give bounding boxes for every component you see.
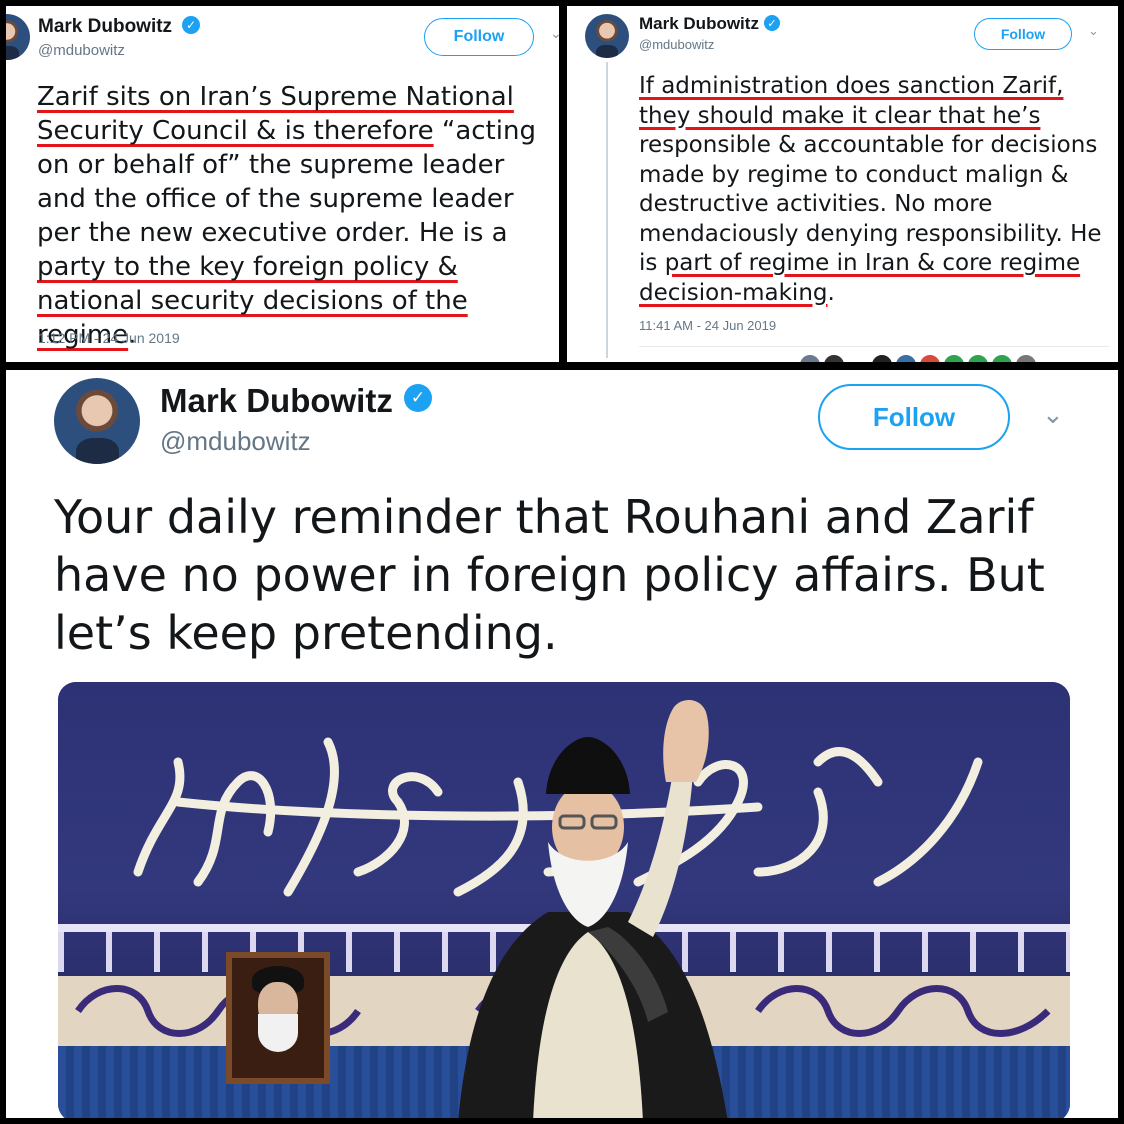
author-handle[interactable]: @mdubowitz	[160, 426, 311, 457]
text-segment: Your daily reminder that Rouhani and Zar…	[54, 490, 1045, 660]
follow-button[interactable]: Follow	[424, 18, 534, 56]
avatar[interactable]	[54, 378, 140, 464]
chevron-down-icon[interactable]: ⌄	[550, 26, 559, 42]
author-handle[interactable]: @mdubowitz	[639, 37, 714, 52]
likers-avatars[interactable]	[799, 354, 1037, 362]
verified-badge-icon: ✓	[764, 15, 780, 31]
tweet-card-3: Mark Dubowitz ✓ @mdubowitz Follow ⌄ Your…	[6, 370, 1118, 1118]
underlined-text-segment: If administration does sanction Zarif, t…	[639, 73, 1064, 129]
thread-line	[606, 62, 608, 358]
avatar[interactable]	[585, 14, 629, 58]
liker-avatar[interactable]	[943, 354, 965, 362]
tweet-text: Zarif sits on Iran’s Supreme National Se…	[37, 80, 557, 352]
tweet-text: If administration does sanction Zarif, t…	[639, 72, 1109, 308]
divider	[639, 346, 1109, 347]
tweet-card-1: Mark Dubowitz ✓ @mdubowitz Follow ⌄ Zari…	[6, 6, 559, 362]
liker-avatar[interactable]	[871, 354, 893, 362]
liker-avatar[interactable]	[967, 354, 989, 362]
follow-button[interactable]: Follow	[974, 18, 1072, 50]
liker-avatar[interactable]	[919, 354, 941, 362]
tweet-timestamp[interactable]: 11:41 AM - 24 Jun 2019	[639, 318, 776, 333]
liker-avatar[interactable]	[823, 354, 845, 362]
chevron-down-icon[interactable]: ⌄	[1088, 24, 1099, 39]
tweet-text: Your daily reminder that Rouhani and Zar…	[54, 488, 1074, 662]
author-name[interactable]: Mark Dubowitz	[38, 16, 172, 38]
underlined-text-segment: part of regime in Iran & core regime dec…	[639, 250, 1081, 306]
follow-button[interactable]: Follow	[818, 384, 1010, 450]
chevron-down-icon[interactable]: ⌄	[1042, 400, 1064, 430]
avatar[interactable]	[6, 14, 30, 60]
waving-figure	[458, 700, 728, 1118]
liker-avatar[interactable]	[847, 354, 869, 362]
liker-avatar[interactable]	[1015, 354, 1037, 362]
verified-badge-icon: ✓	[182, 16, 200, 34]
verified-badge-icon: ✓	[404, 384, 432, 412]
author-handle[interactable]: @mdubowitz	[38, 42, 125, 59]
tweet-photo[interactable]	[58, 682, 1070, 1118]
tweet-timestamp[interactable]: 1:12 PM - 24 Jun 2019	[38, 330, 180, 346]
liker-avatar[interactable]	[799, 354, 821, 362]
liker-avatar[interactable]	[991, 354, 1013, 362]
framed-portrait	[226, 952, 330, 1084]
tweet-card-2: Mark Dubowitz ✓ @mdubowitz Follow ⌄ If a…	[567, 6, 1118, 362]
text-segment: .	[827, 279, 835, 306]
author-name[interactable]: Mark Dubowitz	[639, 14, 759, 34]
liker-avatar[interactable]	[895, 354, 917, 362]
author-name[interactable]: Mark Dubowitz	[160, 382, 393, 420]
